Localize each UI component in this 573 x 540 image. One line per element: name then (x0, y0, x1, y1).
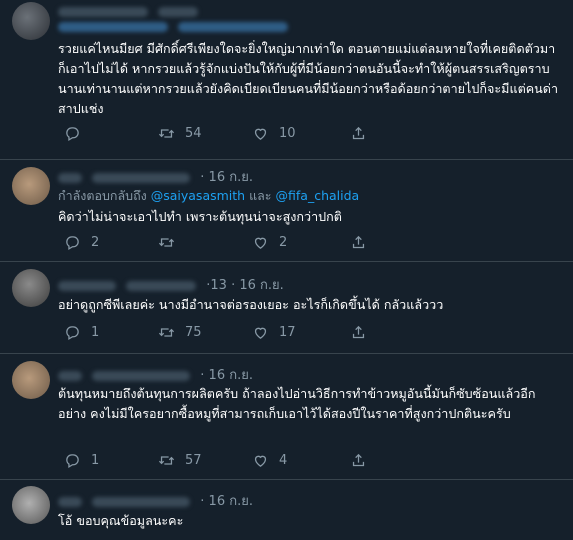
tweet-header: · 16 ก.ย. (58, 166, 253, 186)
like-button[interactable]: 17 (252, 324, 296, 341)
share-button[interactable] (350, 125, 367, 142)
blurred-handle (158, 6, 199, 17)
tweet-time[interactable]: · 16 ก.ย. (200, 170, 253, 185)
tweet-time[interactable]: · 16 ก.ย. (200, 494, 253, 509)
blurred-display-name (58, 280, 116, 291)
like-count: 4 (279, 453, 288, 468)
reply-count: 2 (91, 235, 100, 250)
tweet-actions: 1 57 4 (58, 452, 538, 472)
blurred-handle (126, 280, 197, 291)
share-button[interactable] (350, 234, 367, 251)
tweet-actions: 54 10 (58, 125, 538, 145)
retweet-count: 75 (185, 325, 202, 340)
reply-and: และ (249, 188, 272, 203)
tweet-text: อย่าดูถูกซีพีเลยค่ะ นางมีอำนาจต่อรองเยอะ… (58, 297, 444, 312)
blurred-handle (92, 370, 191, 381)
reply-count: 1 (91, 325, 100, 340)
retweet-button[interactable]: 75 (158, 324, 202, 341)
tweet-actions: 1 75 17 (58, 324, 538, 344)
reply-to (58, 18, 294, 33)
reply-button[interactable] (64, 125, 91, 142)
like-count: 10 (279, 126, 296, 141)
share-button[interactable] (350, 452, 367, 469)
tweet-header: ·13 · 16 ก.ย. (58, 274, 284, 294)
mention-link[interactable]: @fifa_chalida (276, 188, 360, 203)
retweet-count: 57 (185, 453, 202, 468)
blurred-handle (92, 172, 191, 183)
share-icon (352, 325, 365, 339)
blurred-display-name (58, 6, 148, 17)
tweet-5[interactable]: · 16 ก.ย. โอ้ ขอบคุณข้อมูลนะคะ (0, 480, 573, 540)
avatar[interactable] (12, 486, 50, 524)
heart-icon (254, 455, 267, 467)
tweet-3[interactable]: ·13 · 16 ก.ย. อย่าดูถูกซีพีเลยค่ะ นางมีอ… (0, 262, 573, 354)
like-button[interactable]: 2 (252, 234, 287, 251)
tweet-header: · 16 ก.ย. (58, 364, 253, 384)
retweet-icon (158, 456, 175, 465)
retweet-icon (158, 238, 175, 247)
tweet-text: โอ้ ขอบคุณข้อมูลนะคะ (58, 513, 184, 528)
like-button[interactable]: 10 (252, 125, 296, 142)
tweet-actions: 2 2 (58, 234, 538, 254)
reply-button[interactable]: 2 (64, 234, 99, 251)
reply-icon (66, 326, 79, 341)
retweet-button[interactable]: 57 (158, 452, 202, 469)
reply-button[interactable]: 1 (64, 452, 99, 469)
tweet-text: ต้นทุนหมายถึงต้นทุนการผลิตครับ ถ้าลองไปอ… (58, 386, 536, 421)
blurred-handle (92, 496, 191, 507)
reply-count: 1 (91, 453, 100, 468)
tweet-text: รวยแค่ไหนมียศ มีศักดิ์ศรีเพียงใดจะยิ่งให… (58, 41, 559, 116)
retweet-icon (158, 129, 175, 138)
tweet-time[interactable]: · 16 ก.ย. (231, 278, 284, 293)
avatar[interactable] (12, 167, 50, 205)
avatar[interactable] (12, 2, 50, 40)
share-icon (352, 126, 365, 140)
blurred-display-name (58, 496, 82, 507)
mention-link[interactable]: @saiyasasmith (151, 188, 245, 203)
retweet-button[interactable] (158, 234, 185, 251)
retweet-button[interactable]: 54 (158, 125, 202, 142)
reply-icon (66, 236, 79, 251)
like-count: 2 (279, 235, 288, 250)
handle-suffix: ·13 (206, 278, 227, 293)
heart-icon (254, 128, 267, 140)
tweet-time[interactable]: · 16 ก.ย. (200, 368, 253, 383)
blurred-mention[interactable] (177, 21, 288, 32)
like-count: 17 (279, 325, 296, 340)
tweet-1[interactable]: รวยแค่ไหนมียศ มีศักดิ์ศรีเพียงใดจะยิ่งให… (0, 0, 573, 160)
share-button[interactable] (350, 324, 367, 341)
share-icon (352, 453, 365, 467)
tweet-text: คิดว่าไม่น่าจะเอาไปทำ เพราะต้นทุนน่าจะสู… (58, 209, 342, 224)
heart-icon (254, 237, 267, 249)
retweet-icon (158, 328, 175, 337)
blurred-mention[interactable] (58, 21, 168, 32)
blurred-display-name (58, 370, 82, 381)
reply-button[interactable]: 1 (64, 324, 99, 341)
share-icon (352, 235, 365, 249)
retweet-count: 54 (185, 126, 202, 141)
like-button[interactable]: 4 (252, 452, 287, 469)
tweet-2[interactable]: · 16 ก.ย. กำลังตอบกลับถึง @saiyasasmith … (0, 160, 573, 262)
reply-to: กำลังตอบกลับถึง @saiyasasmith และ @fifa_… (58, 186, 359, 206)
tweet-header: · 16 ก.ย. (58, 490, 253, 510)
reply-icon (66, 454, 79, 469)
blurred-display-name (58, 172, 82, 183)
avatar[interactable] (12, 269, 50, 307)
heart-icon (254, 327, 267, 339)
reply-icon (66, 127, 79, 142)
avatar[interactable] (12, 361, 50, 399)
tweet-4[interactable]: · 16 ก.ย. ต้นทุนหมายถึงต้นทุนการผลิตครับ… (0, 354, 573, 480)
reply-prefix: กำลังตอบกลับถึง (58, 188, 147, 203)
